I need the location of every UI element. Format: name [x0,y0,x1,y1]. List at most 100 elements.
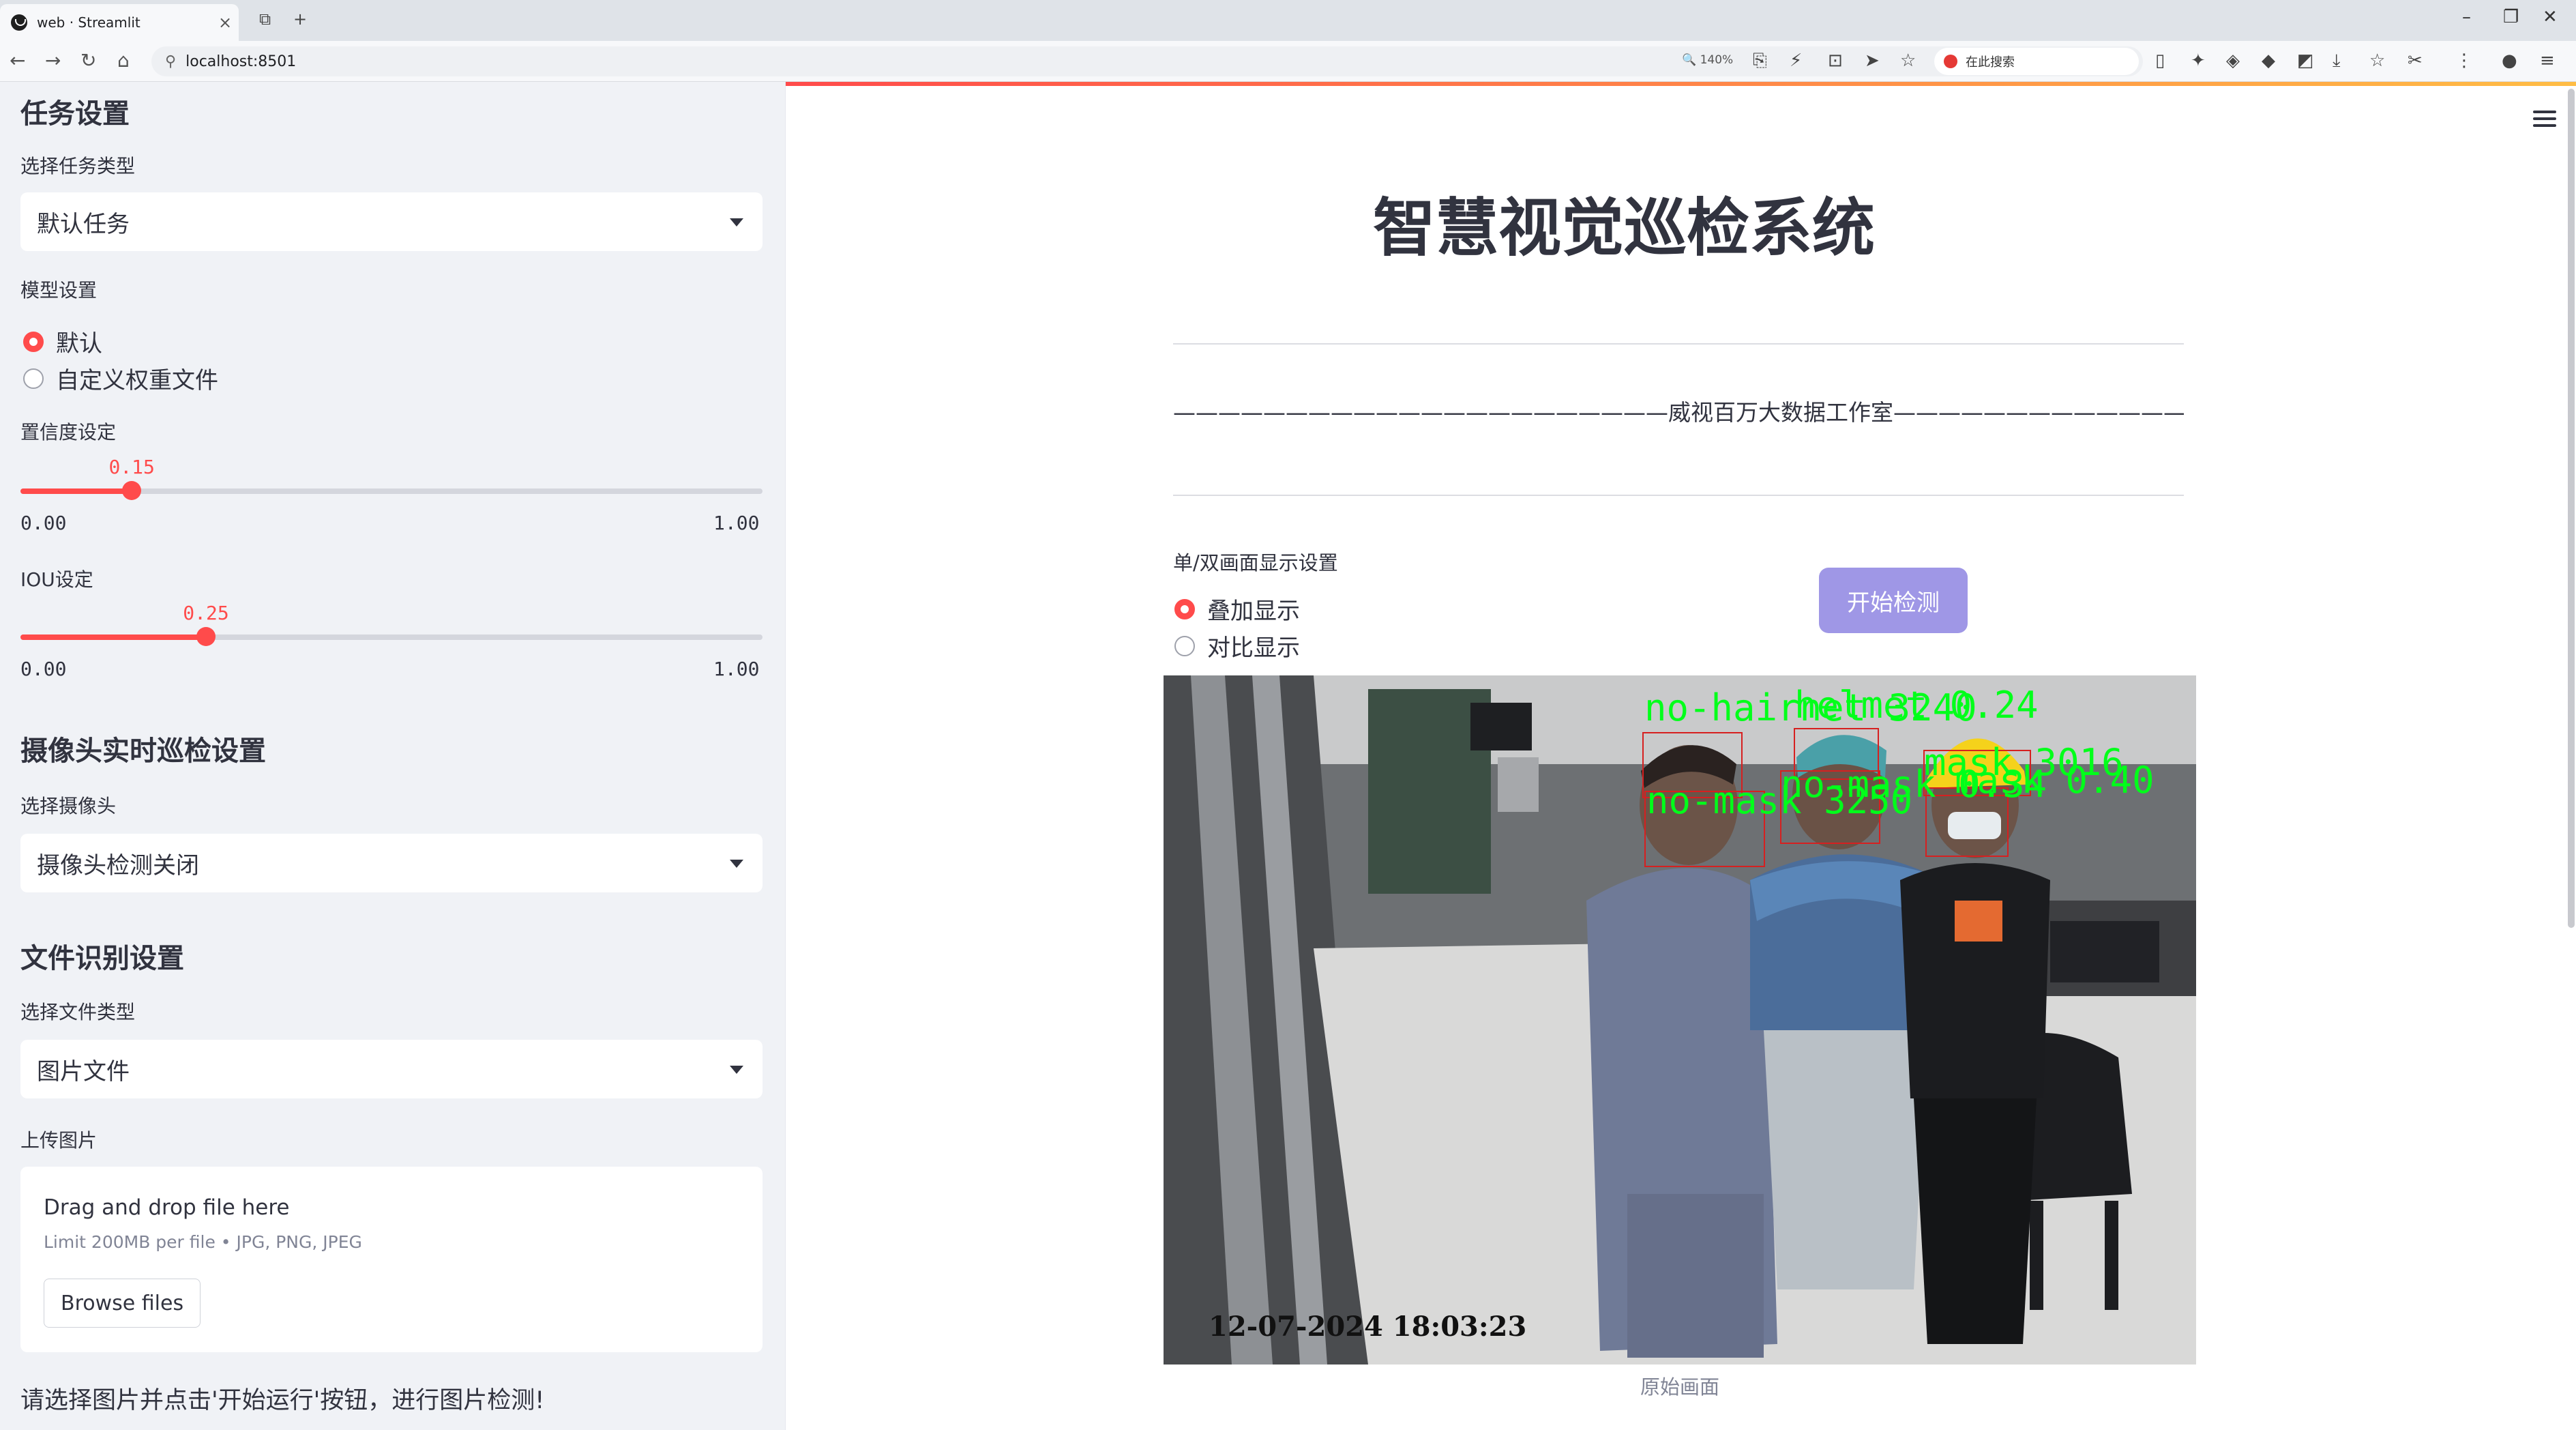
iou-min: 0.00 [20,658,67,680]
display-mode-label: 单/双画面显示设置 [1173,551,1338,574]
dropzone-title: Drag and drop file here [44,1195,290,1220]
cut-tool-icon[interactable]: ✂ [2408,50,2423,71]
hamburger-menu-icon[interactable] [2533,111,2556,127]
iou-slider[interactable] [20,627,763,646]
upload-label: 上传图片 [20,1129,98,1152]
profile-avatar-icon[interactable]: ● [2502,50,2517,71]
forward-icon[interactable]: → [45,49,61,72]
slider-fill [20,488,132,494]
url-text: localhost:8501 [186,53,297,70]
zoom-level[interactable]: 🔍 140% [1682,53,1733,67]
extension-icon[interactable]: ◩ [2297,50,2314,71]
flash-icon[interactable]: ⚡ [1790,50,1802,71]
browser-menu-icon[interactable]: ≡ [2540,50,2555,71]
browse-files-button[interactable]: Browse files [44,1279,201,1328]
file-type-label: 选择文件类型 [20,1001,136,1023]
translate-icon[interactable]: ⎘ [1753,50,1767,72]
display-option-label: 叠加显示 [1207,598,1300,625]
camera-value: 摄像头检测关闭 [37,851,199,879]
search-placeholder: 在此搜索 [1966,55,2015,70]
radio-selected-icon[interactable] [1174,598,1195,619]
dropzone-limit: Limit 200MB per file • JPG, PNG, JPEG [44,1232,362,1252]
video-timestamp: 12-07-2024 18:03:23 [1209,1311,1526,1343]
more-menu-icon[interactable]: ⋮ [2455,50,2473,71]
divider [1173,495,2184,496]
bookmarks-icon[interactable]: ☆ [2369,50,2385,71]
divider [1173,343,2184,345]
file-section-title: 文件识别设置 [20,943,184,974]
chevron-down-icon [730,860,743,868]
confidence-label: 置信度设定 [20,421,117,443]
browser-address-bar: ← → ↻ ⌂ ⚲ localhost:8501 🔍 140% ⎘ ⚡ ⊡ ➤ … [0,41,2576,82]
task-type-label: 选择任务类型 [20,155,136,177]
task-section-title: 任务设置 [20,98,130,130]
detection-label: helmet 0.24 [1794,684,2039,727]
page-title: 智慧视觉巡检系统 [1372,192,1875,265]
camera-section-title: 摄像头实时巡检设置 [20,735,266,767]
tab-list-icon[interactable]: ⧉ [259,10,271,29]
close-tab-icon[interactable]: × [211,13,239,32]
tab-title: web · Streamlit [37,14,140,31]
home-icon[interactable]: ⌂ [117,49,130,72]
detection-label: mask 0.40 [1955,759,2155,802]
extension-icon[interactable]: ✦ [2191,50,2206,71]
share-icon[interactable]: ➤ [1865,50,1880,71]
confidence-slider[interactable] [20,481,763,500]
model-option-custom[interactable]: 自定义权重文件 [23,362,218,395]
iou-label: IOU设定 [20,568,93,591]
camera-select[interactable]: 摄像头检测关闭 [20,834,763,892]
extension-icon[interactable]: ◈ [2226,50,2240,71]
file-type-value: 图片文件 [37,1057,130,1085]
main-content: 智慧视觉巡检系统 ——————————————————————威视百万大数据工作… [786,82,2576,1430]
extension-icon[interactable]: ◆ [2262,50,2275,71]
streamlit-favicon-icon [11,14,27,31]
confidence-value: 0.15 [108,456,155,478]
radio-unselected-icon[interactable] [1174,635,1195,656]
back-icon[interactable]: ← [10,49,25,72]
model-option-label: 自定义权重文件 [56,367,218,394]
iou-max: 1.00 [713,658,760,680]
model-option-label: 默认 [56,330,102,358]
close-window-icon[interactable]: ✕ [2543,7,2558,27]
browser-search-input[interactable]: 在此搜索 [1934,48,2139,75]
radio-selected-icon[interactable] [23,331,44,352]
image-caption: 原始画面 [1640,1375,1719,1399]
page-subtitle: ——————————————————————威视百万大数据工作室————————… [1173,399,2184,426]
favorite-star-icon[interactable]: ☆ [1900,50,1916,71]
url-input[interactable]: ⚲ localhost:8501 [151,46,2143,76]
radio-unselected-icon[interactable] [23,368,44,389]
minimize-icon[interactable]: – [2462,7,2471,27]
search-engine-icon [1944,55,1957,68]
confidence-min: 0.00 [20,512,67,534]
task-type-value: 默认任务 [37,210,130,238]
display-option-label: 对比显示 [1207,634,1300,662]
zoom-text: 140% [1700,53,1734,67]
site-info-icon: ⚲ [165,53,177,70]
reload-icon[interactable]: ↻ [80,49,96,72]
header-decoration [786,82,2576,86]
display-option-compare[interactable]: 对比显示 [1174,629,1300,662]
browser-tab-bar: web · Streamlit × ⧉ + – ❐ ✕ [0,0,2576,41]
start-detection-button[interactable]: 开始检测 [1819,568,1968,633]
new-tab-icon[interactable]: + [293,10,307,29]
model-option-default[interactable]: 默认 [23,325,102,358]
confidence-max: 1.00 [713,512,760,534]
file-type-select[interactable]: 图片文件 [20,1040,763,1098]
scrollbar[interactable] [2568,89,2575,928]
slider-thumb[interactable] [122,481,142,500]
reader-icon[interactable]: ▯ [2155,50,2165,71]
sidebar-info-text: 请选择图片并点击'开始运行'按钮，进行图片检测! [20,1387,545,1414]
slider-thumb[interactable] [196,627,216,646]
iou-value: 0.25 [183,602,229,624]
screenshot-icon[interactable]: ⊡ [1828,50,1843,71]
download-icon[interactable]: ⤓ [2333,50,2341,72]
browser-tab[interactable]: web · Streamlit × [0,4,239,41]
chevron-down-icon [730,1066,743,1074]
restore-icon[interactable]: ❐ [2503,7,2519,27]
sidebar: 任务设置 选择任务类型 默认任务 模型设置 默认 自定义权重文件 置信度设定 0… [0,82,786,1430]
display-option-overlay[interactable]: 叠加显示 [1174,592,1300,626]
chevron-down-icon [730,218,743,227]
task-type-select[interactable]: 默认任务 [20,192,763,251]
file-dropzone[interactable]: Drag and drop file here Limit 200MB per … [20,1167,763,1352]
model-label: 模型设置 [20,279,98,302]
